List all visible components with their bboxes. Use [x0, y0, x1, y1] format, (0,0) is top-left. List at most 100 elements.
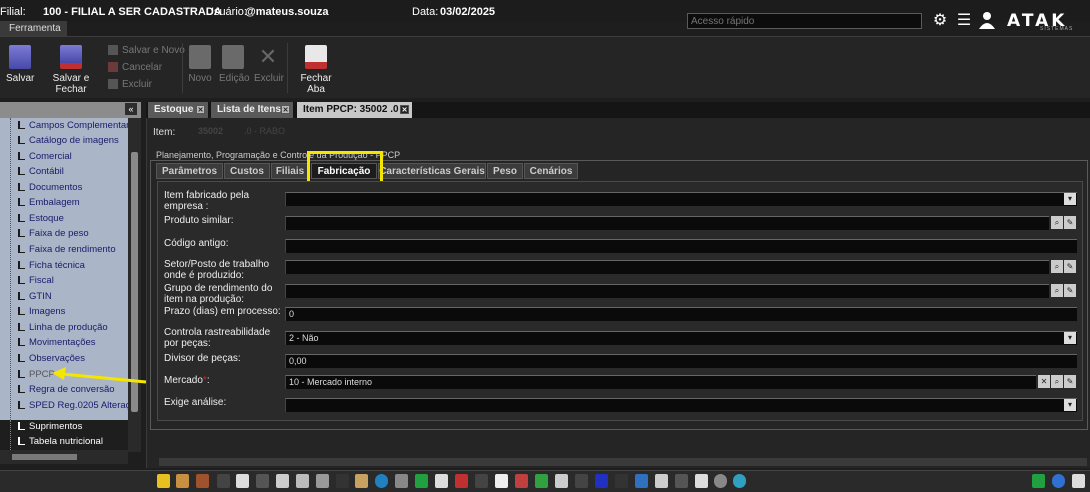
- sidebar-item-ficha-tecnica[interactable]: Ficha técnica: [18, 260, 128, 275]
- dots-icon[interactable]: [675, 474, 688, 488]
- money-icon[interactable]: [415, 474, 428, 488]
- colors-icon[interactable]: [733, 474, 746, 488]
- close-icon[interactable]: ✕: [400, 105, 409, 114]
- help-icon[interactable]: [1052, 474, 1065, 488]
- shirt-icon[interactable]: [256, 474, 269, 488]
- edit-icon[interactable]: ✎: [1064, 260, 1076, 273]
- tab-estoque[interactable]: Estoque ✕: [148, 102, 208, 118]
- sidebar-item-movimentacoes[interactable]: Movimentações: [18, 337, 128, 352]
- item-fabricado-select[interactable]: [285, 192, 1077, 206]
- tab-filiais[interactable]: Filiais: [271, 163, 309, 179]
- ribbon-tab-ferramenta[interactable]: Ferramenta: [0, 21, 67, 36]
- tab-custos[interactable]: Custos: [224, 163, 270, 179]
- chevron-down-icon[interactable]: ▾: [1064, 399, 1076, 411]
- tab-peso[interactable]: Peso: [487, 163, 523, 179]
- sidebar-item-estoque[interactable]: Estoque: [18, 213, 128, 228]
- chevron-down-icon[interactable]: ▾: [1064, 332, 1076, 344]
- terminal-icon[interactable]: [336, 474, 349, 488]
- prazo-input[interactable]: 0: [285, 307, 1077, 321]
- box-icon[interactable]: [196, 474, 209, 488]
- close-icon[interactable]: ✕: [196, 105, 205, 114]
- sidebar-hscroll-thumb[interactable]: [12, 454, 77, 460]
- sidebar-item-comercial[interactable]: Comercial: [18, 151, 128, 166]
- sidebar-item-campos-complementares[interactable]: Campos Complementares: [18, 120, 128, 135]
- sidebar-item-suprimentos[interactable]: Suprimentos: [18, 421, 128, 436]
- search-icon[interactable]: ⌕: [1051, 260, 1063, 273]
- mercado-input[interactable]: 10 - Mercado interno: [285, 375, 1036, 389]
- document-icon[interactable]: [236, 474, 249, 488]
- clear-icon[interactable]: ✕: [1038, 375, 1050, 388]
- search-icon[interactable]: ⌕: [1051, 216, 1063, 229]
- headset-icon[interactable]: [714, 474, 727, 488]
- sidebar-item-documentos[interactable]: Documentos: [18, 182, 128, 197]
- truck-icon[interactable]: [316, 474, 329, 488]
- grid-icon[interactable]: [217, 474, 230, 488]
- sidebar-item-linha-producao[interactable]: Linha de produção: [18, 322, 128, 337]
- collapse-icon[interactable]: «: [125, 103, 137, 115]
- delete-small-button[interactable]: Excluir: [108, 79, 152, 90]
- save-button[interactable]: Salvar: [6, 45, 34, 84]
- globe-icon[interactable]: [375, 474, 388, 488]
- table-icon[interactable]: [475, 474, 488, 488]
- users-icon[interactable]: [176, 474, 189, 488]
- chevron-down-icon[interactable]: ▾: [1064, 193, 1076, 205]
- tab-parametros[interactable]: Parâmetros: [156, 163, 223, 179]
- gear-icon[interactable]: ⚙: [930, 11, 950, 31]
- exige-analise-select[interactable]: [285, 398, 1077, 412]
- star-icon[interactable]: [157, 474, 170, 488]
- controla-rastreabilidade-select[interactable]: 2 - Não: [285, 331, 1077, 345]
- menu-icon[interactable]: ☰: [954, 11, 974, 31]
- factory-icon[interactable]: [455, 474, 468, 488]
- sidebar-item-fiscal[interactable]: Fiscal: [18, 275, 128, 290]
- grupo-rendimento-input[interactable]: [285, 284, 1049, 298]
- user-icon[interactable]: [977, 11, 997, 31]
- flag-icon[interactable]: [515, 474, 528, 488]
- scatter-icon[interactable]: [615, 474, 628, 488]
- new-button[interactable]: Novo: [188, 45, 212, 84]
- bottle-icon[interactable]: [495, 474, 508, 488]
- tab-caracteristicas-gerais[interactable]: Características Gerais: [378, 163, 486, 179]
- codigo-antigo-input[interactable]: [285, 239, 1077, 253]
- save-and-close-button[interactable]: Salvar e Fechar: [41, 45, 101, 95]
- printer-icon[interactable]: [435, 474, 448, 488]
- sidebar-item-tabela-nutricional[interactable]: Tabela nutricional: [18, 436, 128, 451]
- box-dark-icon[interactable]: [575, 474, 588, 488]
- favorites-star-icon[interactable]: [1032, 474, 1045, 488]
- edit-button[interactable]: Edição: [219, 45, 250, 84]
- main-horizontal-scrollbar[interactable]: [159, 458, 1087, 466]
- tab-cenarios[interactable]: Cenários: [524, 163, 578, 179]
- close-icon[interactable]: ✕: [281, 105, 290, 114]
- search-icon[interactable]: ⌕: [1051, 375, 1063, 388]
- book-icon[interactable]: [555, 474, 568, 488]
- sidebar-item-sped[interactable]: SPED Reg.0205 Alteração: [18, 400, 128, 415]
- network-icon[interactable]: [695, 474, 708, 488]
- tab-item-ppcp[interactable]: Item PPCP: 35002 .0 ✕: [297, 102, 412, 118]
- recycle-icon[interactable]: [535, 474, 548, 488]
- cylinder-icon[interactable]: [395, 474, 408, 488]
- sidebar-item-faixa-rendimento[interactable]: Faixa de rendimento: [18, 244, 128, 259]
- tape-icon[interactable]: [296, 474, 309, 488]
- edit-icon[interactable]: ✎: [1064, 216, 1076, 229]
- blue-square-icon[interactable]: [595, 474, 608, 488]
- search-icon[interactable]: ⌕: [1051, 284, 1063, 297]
- delete-button[interactable]: ✕ Excluir: [254, 45, 284, 85]
- sidebar-item-faixa-peso[interactable]: Faixa de peso: [18, 228, 128, 243]
- setor-input[interactable]: [285, 260, 1049, 274]
- produto-similar-input[interactable]: [285, 216, 1049, 230]
- quick-access-input[interactable]: [687, 13, 922, 29]
- triangle-icon[interactable]: [276, 474, 289, 488]
- pallet-icon[interactable]: [355, 474, 368, 488]
- edit-icon[interactable]: ✎: [1064, 284, 1076, 297]
- edit-icon[interactable]: ✎: [1064, 375, 1076, 388]
- window-icon[interactable]: [635, 474, 648, 488]
- cancel-button[interactable]: Cancelar: [108, 62, 162, 73]
- image-icon[interactable]: [655, 474, 668, 488]
- monitor-icon[interactable]: [1072, 474, 1085, 488]
- divisor-pecas-input[interactable]: 0,00: [285, 354, 1077, 368]
- sidebar-item-imagens[interactable]: Imagens: [18, 306, 128, 321]
- close-tab-button[interactable]: Fechar Aba: [294, 45, 338, 95]
- sidebar-item-catalogo[interactable]: Catálogo de imagens: [18, 135, 128, 150]
- sidebar-item-embalagem[interactable]: Embalagem: [18, 197, 128, 212]
- sidebar-item-contabil[interactable]: Contábil: [18, 166, 128, 181]
- sidebar-item-gtin[interactable]: GTIN: [18, 291, 128, 306]
